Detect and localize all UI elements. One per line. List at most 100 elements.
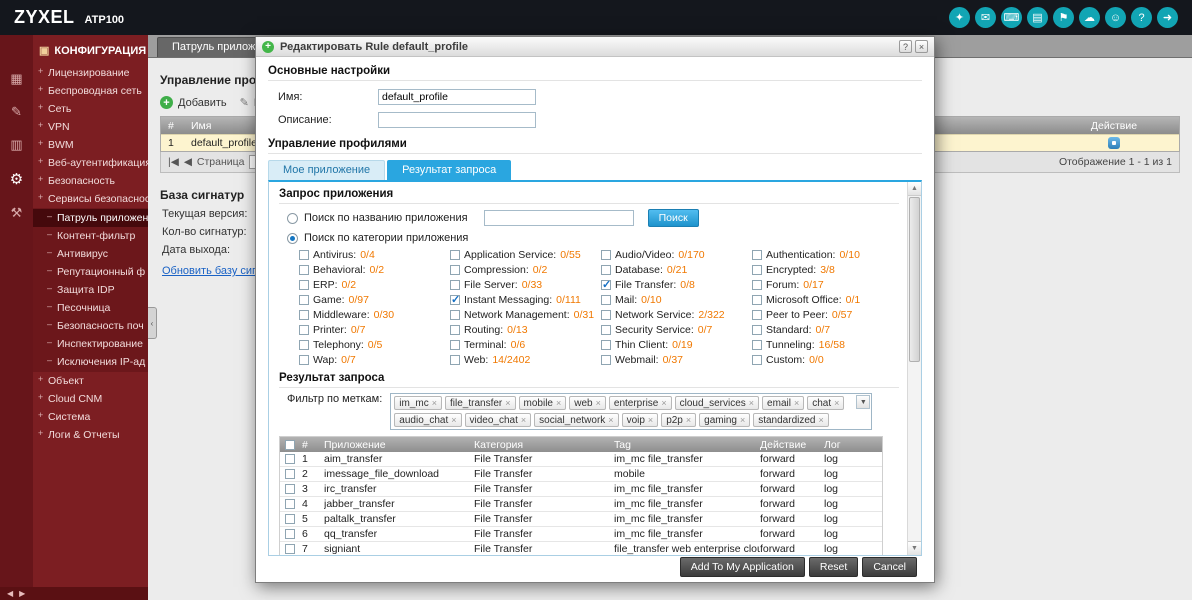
dialog-close-icon[interactable]: × [915,40,928,53]
sidebar-item[interactable]: VPN [33,118,148,136]
cloud-icon[interactable]: ☁ [1079,7,1100,28]
checkbox-icon[interactable] [299,340,309,350]
checkbox-icon[interactable] [601,325,611,335]
tag-remove-icon[interactable]: × [648,415,653,425]
tag-remove-icon[interactable]: × [451,415,456,425]
category-option[interactable]: Behavioral: 0/2 [299,264,446,276]
sidebar-item[interactable]: Система [33,408,148,426]
monitor-icon[interactable]: ▥ [10,137,22,153]
category-option[interactable]: Standard: 0/7 [752,324,899,336]
collapse-left-icon[interactable]: ◀ [7,589,13,598]
checkbox-icon[interactable] [601,355,611,365]
dashboard-icon[interactable]: ▦ [10,71,22,87]
tag-remove-icon[interactable]: × [794,398,799,408]
category-option[interactable]: Instant Messaging:0/111 [450,294,597,306]
checkbox-icon[interactable] [450,310,460,320]
sidebar-subitem[interactable]: Антивирус [33,245,148,263]
checkbox-icon[interactable] [752,310,762,320]
modal-tab[interactable]: Мое приложение [268,160,386,180]
add-to-my-application-button[interactable]: Add To My Application [679,556,805,577]
category-option[interactable]: Thin Client: 0/19 [601,339,748,351]
category-option[interactable]: Tunneling: 16/58 [752,339,899,351]
category-option[interactable]: Telephony: 0/5 [299,339,446,351]
checkbox-icon[interactable] [752,355,762,365]
checkbox-icon[interactable] [601,279,611,291]
sidebar-item[interactable]: Объект [33,372,148,390]
tag-filter-box[interactable]: ▼ im_mc × file_transfer × mobile × web × enterpr… [390,393,873,430]
tag-remove-icon[interactable]: × [596,398,601,408]
tab-application-patrol[interactable]: Патруль прилож [157,37,271,57]
checkbox-icon[interactable] [450,325,460,335]
category-option[interactable]: Wap: 0/7 [299,354,446,366]
checkbox-icon[interactable] [299,250,309,260]
checkbox-icon[interactable] [601,265,611,275]
cli-icon[interactable]: ⌨ [1001,7,1022,28]
sitemap-icon[interactable]: ⚑ [1053,7,1074,28]
tag-remove-icon[interactable]: × [818,415,823,425]
tag-chip[interactable]: web × [569,396,606,410]
checkbox-icon[interactable] [601,250,611,260]
checkbox-icon[interactable] [450,280,460,290]
category-option[interactable]: Compression: 0/2 [450,264,597,276]
search-by-category-radio[interactable] [287,232,298,244]
checkbox-icon[interactable] [450,250,460,260]
tag-chip[interactable]: enterprise × [608,396,672,410]
category-option[interactable]: Game: 0/97 [299,294,446,306]
row-checkbox[interactable] [285,514,295,524]
sidebar-subitem[interactable]: Патруль приложен [33,209,148,227]
tag-chip[interactable]: standardized × [753,413,829,427]
tag-dropdown-icon[interactable]: ▼ [856,395,871,409]
checkbox-icon[interactable] [299,265,309,275]
checkbox-icon[interactable] [601,310,611,320]
category-option[interactable]: Custom: 0/0 [752,354,899,366]
sidebar-item[interactable]: Логи & Отчеты [33,426,148,444]
results-table-row[interactable]: 2 imessage_file_download File Transfer mobi… [280,467,882,482]
tag-chip[interactable]: voip × [621,413,659,427]
tag-chip[interactable]: mobile × [518,396,567,410]
application-search-input[interactable] [483,210,634,226]
category-option[interactable]: Network Service: 2/322 [601,309,748,321]
cancel-button[interactable]: Cancel [862,556,917,577]
name-input[interactable] [378,89,536,105]
sidebar-subitem[interactable]: Безопасность поч [33,317,148,335]
checkbox-icon[interactable] [601,295,611,305]
category-option[interactable]: Middleware: 0/30 [299,309,446,321]
profile-action-icon[interactable] [1108,137,1120,149]
configuration-gear-icon[interactable]: ⚙ [10,170,23,188]
checkbox-icon[interactable] [752,340,762,350]
sidebar-item[interactable]: Лицензирование [33,64,148,82]
category-option[interactable]: Application Service: 0/55 [450,249,597,261]
checkbox-icon[interactable] [299,295,309,305]
tag-chip[interactable]: social_network × [534,413,619,427]
category-option[interactable]: Audio/Video: 0/170 [601,249,748,261]
sidebar-subitem[interactable]: Инспектирование [33,335,148,353]
category-option[interactable]: Encrypted: 3/8 [752,264,899,276]
checkbox-icon[interactable] [299,355,309,365]
tag-chip[interactable]: email × [762,396,805,410]
sidebar-item[interactable]: Веб-аутентификация [33,154,148,172]
tag-chip[interactable]: cloud_services × [674,396,760,410]
results-table-row[interactable]: 1 aim_transfer File Transfer im_mc file_tra… [280,452,882,467]
category-option[interactable]: Peer to Peer: 0/57 [752,309,899,321]
category-option[interactable]: Authentication: 0/10 [752,249,899,261]
checkbox-icon[interactable] [450,340,460,350]
checkbox-icon[interactable] [299,325,309,335]
checkbox-icon[interactable] [752,280,762,290]
community-icon[interactable]: ☺ [1105,7,1126,28]
checkbox-icon[interactable] [752,295,762,305]
row-checkbox[interactable] [285,469,295,479]
checkbox-icon[interactable] [601,340,611,350]
tag-remove-icon[interactable]: × [556,398,561,408]
results-table-row[interactable]: 4 jabber_transfer File Transfer im_mc file_… [280,497,882,512]
tag-remove-icon[interactable]: × [505,398,510,408]
sidebar-item[interactable]: Беспроводная сеть [33,82,148,100]
sidebar-item[interactable]: Сервисы безопасност [33,190,148,208]
sidebar-item[interactable]: Безопасность [33,172,148,190]
category-option[interactable]: Antivirus: 0/4 [299,249,446,261]
row-checkbox[interactable] [285,544,295,554]
reference-icon[interactable]: ▤ [1027,7,1048,28]
row-checkbox[interactable] [285,484,295,494]
row-checkbox[interactable] [285,454,295,464]
row-checkbox[interactable] [285,499,295,509]
checkbox-icon[interactable] [450,294,460,306]
